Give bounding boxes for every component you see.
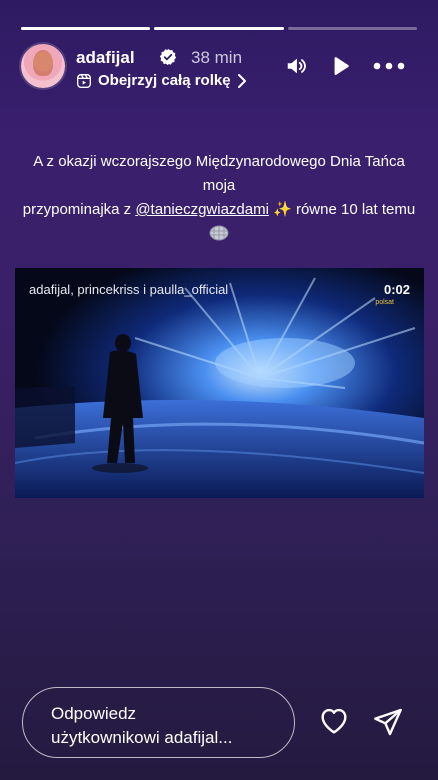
verified-icon: [159, 48, 177, 66]
dance-stage-image: [15, 268, 424, 498]
volume-icon[interactable]: [285, 54, 307, 78]
disco-ball-icon: [209, 225, 229, 241]
caption-text-pre: przypominajka z: [22, 201, 136, 218]
progress-segment-1: [21, 27, 151, 30]
reply-input[interactable]: Odpowiedz użytkownikowi adafijal...: [22, 687, 295, 758]
more-icon[interactable]: [373, 62, 405, 70]
caption-text-post: ✨ równe 10 lat temu: [268, 201, 416, 218]
story-header: adafijal 38 min Obejrzyj całą rolkę: [21, 42, 417, 94]
video-credits: adafijal, princekriss i paulla_official: [29, 282, 229, 297]
watch-reel-link[interactable]: Obejrzyj całą rolkę: [76, 72, 247, 89]
post-time: 38 min: [191, 48, 243, 67]
reel-icon: [77, 73, 91, 88]
reply-placeholder-line-2: użytkownikowi adafijal...: [51, 728, 233, 747]
progress-segment-2: [154, 27, 284, 30]
progress-fill-1: [21, 27, 151, 30]
heart-icon[interactable]: [317, 705, 351, 737]
progress-fill-2: [154, 27, 284, 30]
username[interactable]: adafijal: [76, 48, 135, 68]
caption-line-2: przypominajka z @tanieczgwiazdami ✨ równ…: [20, 198, 418, 246]
story-caption: A z okazji wczorajszego Międzynarodowego…: [20, 150, 418, 246]
caption-line-1: A z okazji wczorajszego Międzynarodowego…: [33, 153, 405, 194]
play-icon[interactable]: [330, 54, 352, 78]
chevron-right-icon: [237, 73, 246, 88]
mention-link[interactable]: @tanieczgwiazdami: [135, 201, 269, 218]
avatar[interactable]: [21, 44, 65, 88]
send-icon[interactable]: [372, 706, 404, 738]
story-progress: [21, 27, 417, 30]
reply-placeholder: Odpowiedz użytkownikowi adafijal...: [51, 702, 232, 750]
watch-reel-label: Obejrzyj całą rolkę: [98, 72, 231, 89]
progress-segment-3: [287, 27, 417, 30]
channel-logo: polsat: [375, 299, 394, 306]
reel-video[interactable]: adafijal, princekriss i paulla_official …: [15, 268, 424, 498]
reply-placeholder-line-1: Odpowiedz: [51, 704, 137, 723]
video-timestamp: 0:02: [383, 282, 410, 297]
